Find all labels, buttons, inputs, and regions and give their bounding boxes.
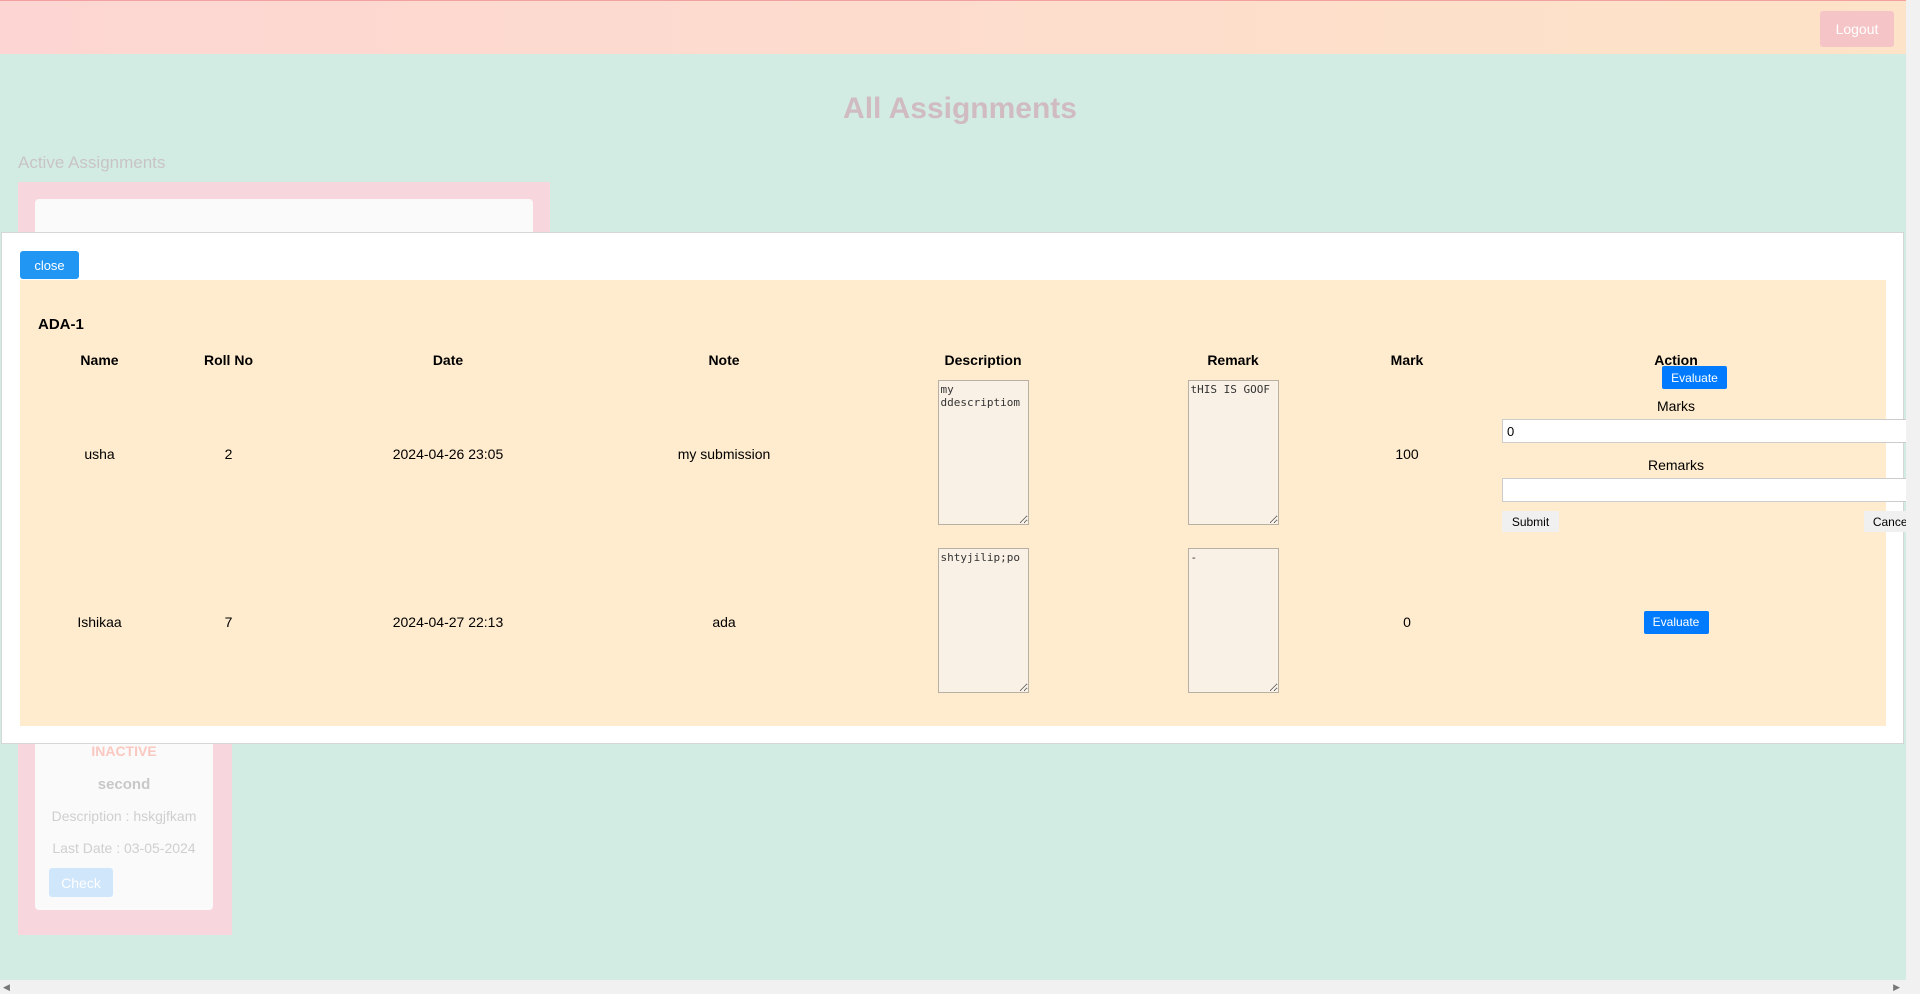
page-title: All Assignments <box>843 92 1077 125</box>
column-header-roll-no: Roll No <box>204 352 253 368</box>
cell-name: Ishikaa <box>77 614 122 630</box>
cell-action: Evaluate <box>1484 538 1868 706</box>
evaluate-button[interactable]: Evaluate <box>1643 610 1709 634</box>
logout-button[interactable]: Logout <box>1820 11 1894 47</box>
close-button[interactable]: close <box>20 251 79 279</box>
cell-mark: 0 <box>1403 614 1411 630</box>
remark-textarea[interactable]: tHIS IS GOOF <box>1187 380 1279 525</box>
horizontal-scrollbar[interactable]: ◀ ▶ <box>0 980 1920 994</box>
cell-date: 2024-04-27 22:13 <box>392 614 504 630</box>
vertical-scrollbar[interactable] <box>1906 0 1920 980</box>
table-row: Ishikaa 7 2024-04-27 22:13 ada shtyjilip… <box>20 538 1868 706</box>
top-bar: Logout <box>0 0 1906 54</box>
remarks-label: Remarks <box>1647 457 1704 473</box>
column-header-name: Name <box>80 352 119 368</box>
description-textarea[interactable]: my ddescriptiom <box>937 380 1029 525</box>
column-header-note: Note <box>708 352 740 368</box>
scroll-left-arrow-icon[interactable]: ◀ <box>3 982 10 993</box>
cell-name: usha <box>84 446 115 462</box>
submissions-table: Name Roll No Date Note Description Remar… <box>20 350 1919 706</box>
column-header-date: Date <box>432 352 464 368</box>
inactive-assignment-card-inner: INACTIVE second Description : hskgjfkam … <box>35 735 213 910</box>
table-row: usha 2 2024-04-26 23:05 my submission my… <box>20 366 1919 538</box>
evaluate-button[interactable]: Evaluate <box>1662 366 1727 389</box>
cell-roll-no: 2 <box>224 446 233 462</box>
marks-input[interactable] <box>1502 419 1919 443</box>
remarks-input[interactable] <box>1502 478 1919 502</box>
description-textarea[interactable]: shtyjilip;po <box>937 548 1029 693</box>
inactive-assignment-card: INACTIVE second Description : hskgjfkam … <box>18 735 232 935</box>
cell-action: Evaluate Marks Remarks Submit Cancel <box>1484 366 1919 538</box>
assignment-description: Description : hskgjfkam <box>51 808 197 824</box>
column-header-remark: Remark <box>1207 352 1259 368</box>
cell-note: my submission <box>677 446 771 462</box>
assignment-status: INACTIVE <box>91 743 157 759</box>
assignment-title: ADA-1 <box>38 316 84 333</box>
cell-mark: 100 <box>1395 446 1419 462</box>
cell-roll-no: 7 <box>224 614 233 630</box>
evaluate-form: Evaluate Marks Remarks Submit Cancel <box>1484 366 1919 538</box>
scroll-right-arrow-icon[interactable]: ▶ <box>1893 982 1900 993</box>
table-header-row: Name Roll No Date Note Description Remar… <box>20 350 1868 370</box>
assignment-last-date: Last Date : 03-05-2024 <box>52 840 196 856</box>
marks-label: Marks <box>1656 398 1696 414</box>
active-assignments-heading: Active Assignments <box>18 153 166 172</box>
submit-button[interactable]: Submit <box>1502 511 1559 532</box>
cell-description: shtyjilip;po <box>830 538 1136 706</box>
column-header-description: Description <box>944 352 1022 368</box>
cell-description: my ddescriptiom <box>830 370 1136 538</box>
column-header-mark: Mark <box>1390 352 1424 368</box>
submissions-modal: close ADA-1 Name Roll No Date Note Descr… <box>1 232 1919 744</box>
cell-remark: tHIS IS GOOF <box>1136 370 1330 538</box>
cell-remark: - <box>1136 538 1330 706</box>
cell-note: ada <box>712 614 736 630</box>
cell-date: 2024-04-26 23:05 <box>392 446 504 462</box>
check-button[interactable]: Check <box>49 868 113 897</box>
assignment-name: second <box>97 776 151 793</box>
submissions-panel: ADA-1 Name Roll No Date Note Description… <box>20 280 1919 726</box>
remark-textarea[interactable]: - <box>1187 548 1279 693</box>
